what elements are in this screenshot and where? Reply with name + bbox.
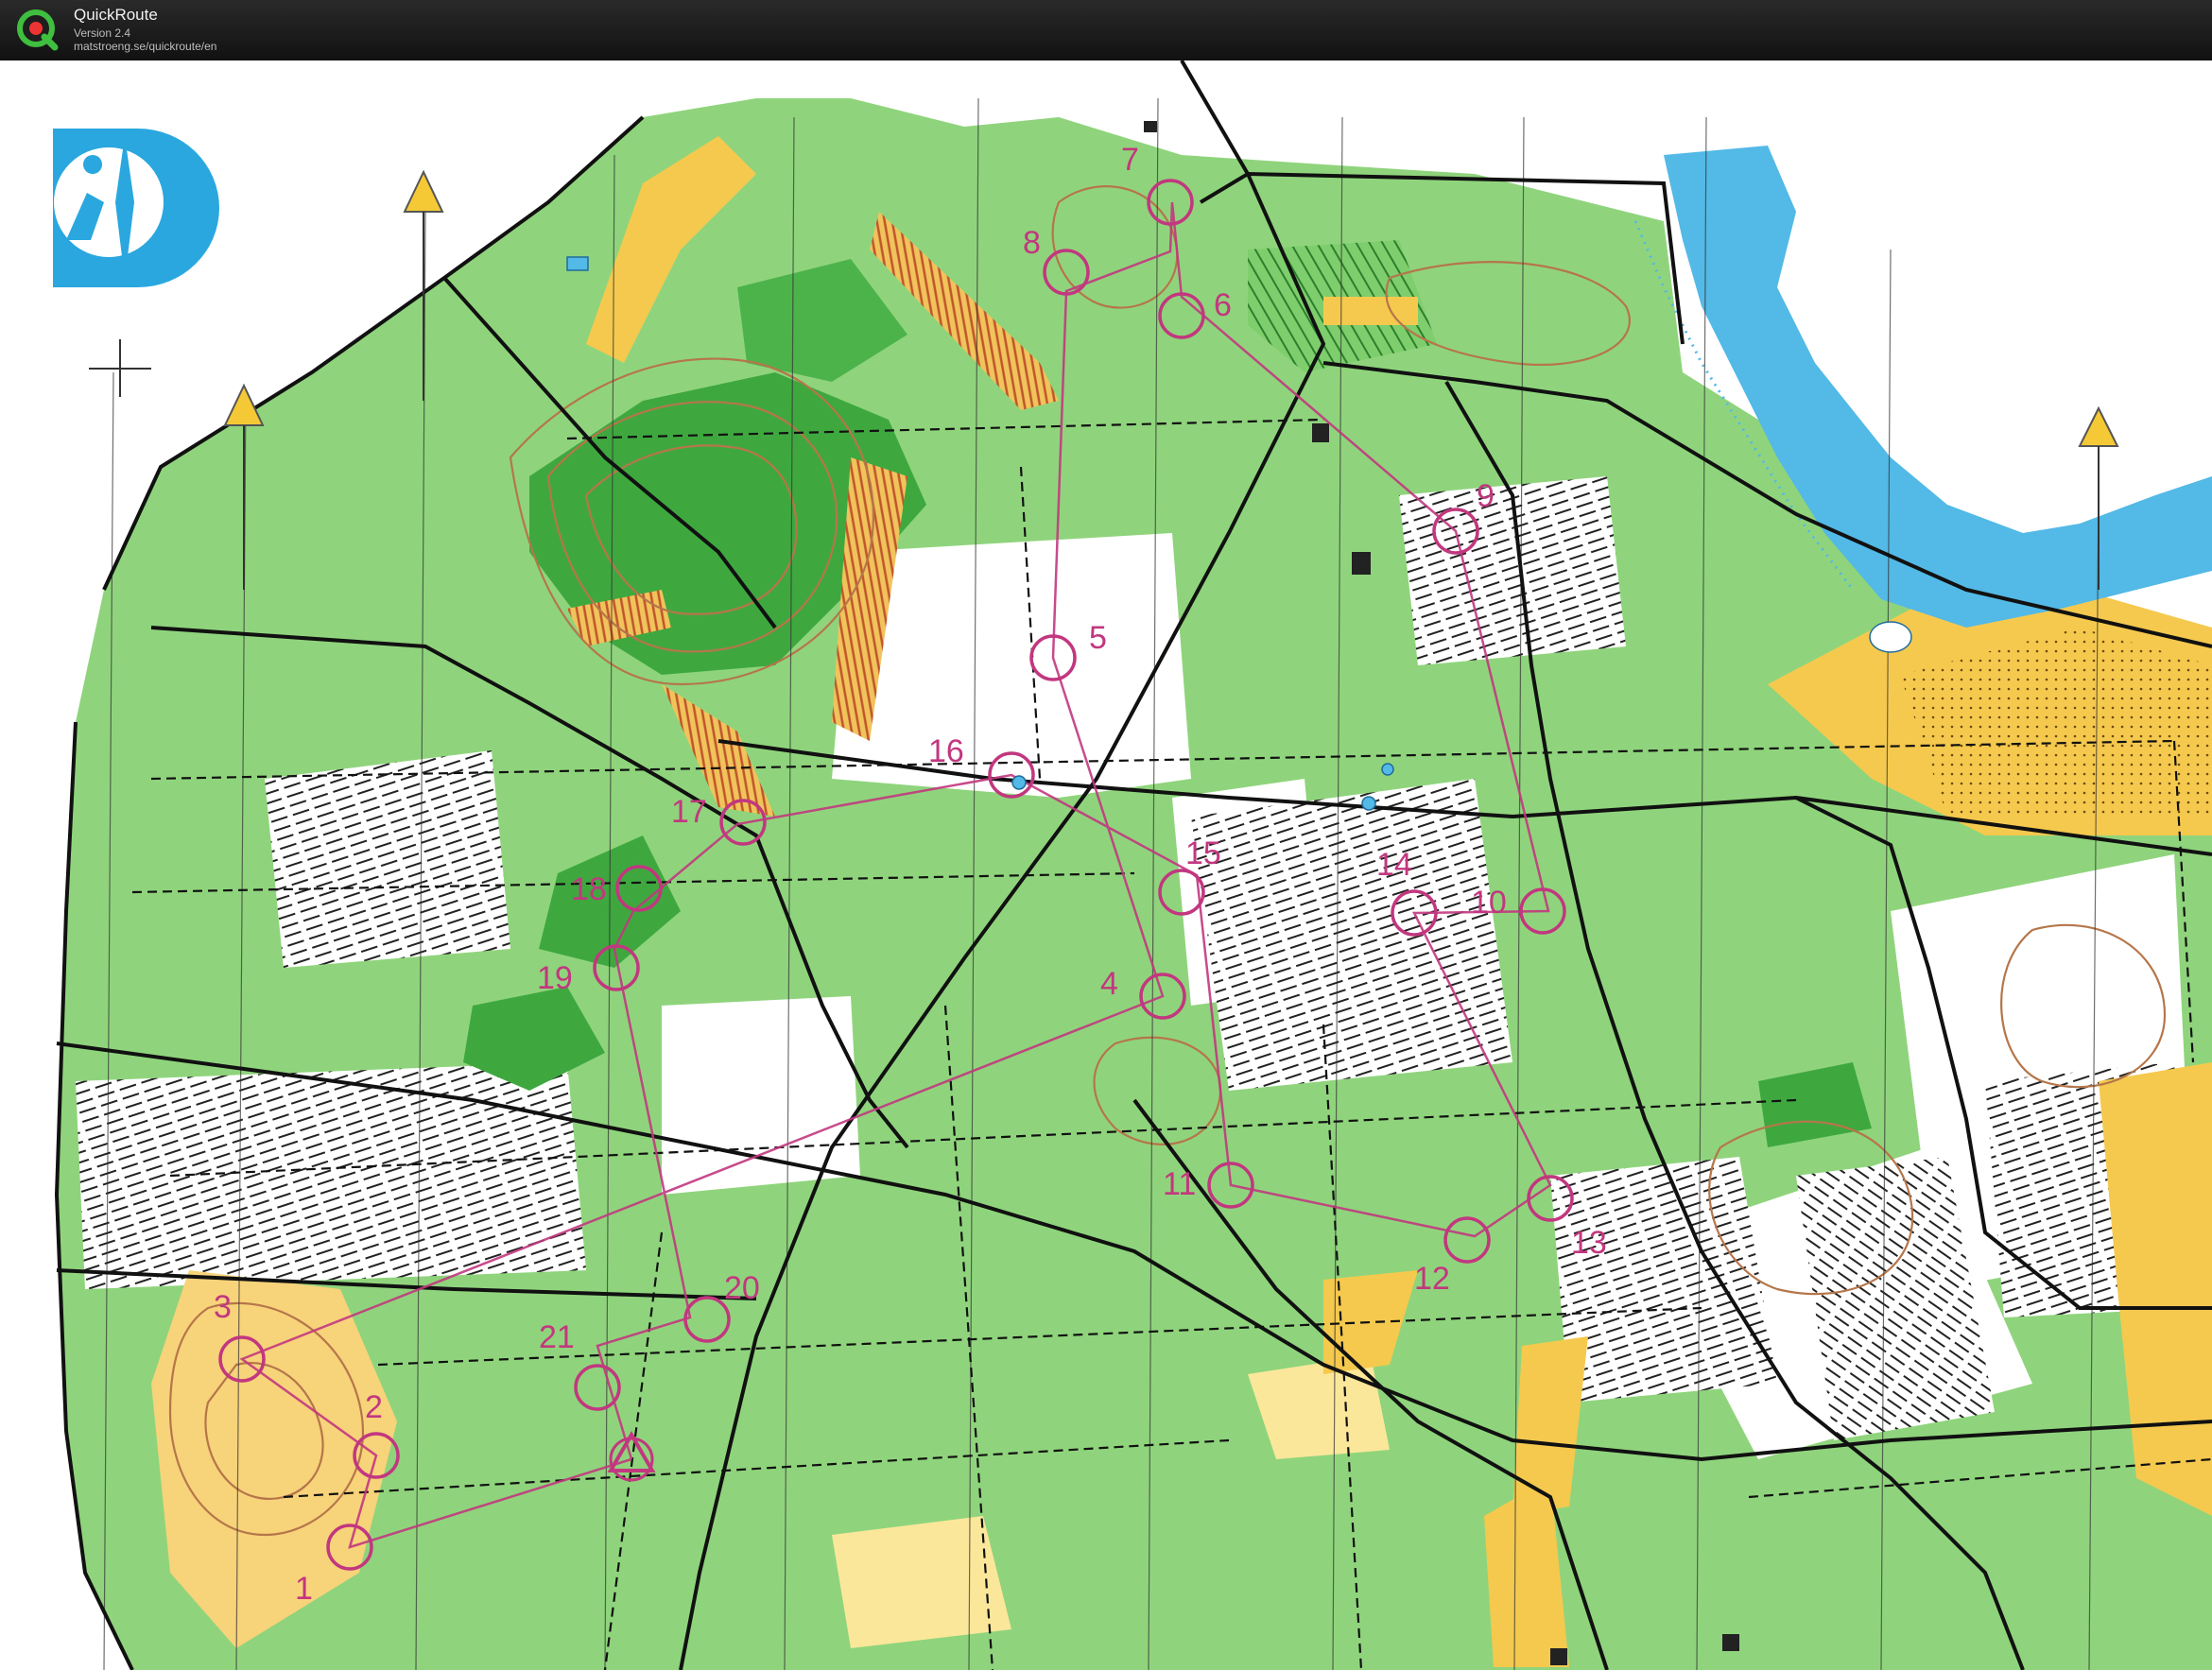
- control-number-11: 11: [1163, 1166, 1196, 1202]
- control-number-21: 21: [539, 1319, 575, 1355]
- control-number-5: 5: [1089, 620, 1107, 656]
- orienteering-logo-icon: [53, 129, 219, 287]
- open-land: [832, 1516, 1011, 1648]
- control-number-14: 14: [1376, 847, 1412, 883]
- control-number-12: 12: [1414, 1261, 1450, 1297]
- quickroute-logo-icon: [17, 9, 59, 51]
- hatched-field: [1191, 779, 1512, 1091]
- app-version: Version 2.4: [74, 26, 131, 40]
- control-number-15: 15: [1185, 835, 1221, 871]
- hatched-field: [76, 1062, 586, 1289]
- control-number-9: 9: [1477, 478, 1495, 514]
- control-number-8: 8: [1023, 225, 1041, 261]
- control-number-1: 1: [295, 1571, 313, 1607]
- title-bar: QuickRoute Version 2.4 matstroeng.se/qui…: [0, 0, 2212, 60]
- white-forest: [662, 996, 860, 1195]
- control-number-3: 3: [214, 1289, 232, 1325]
- control-number-4: 4: [1100, 966, 1118, 1002]
- app-url: matstroeng.se/quickroute/en: [74, 40, 217, 53]
- control-number-6: 6: [1214, 287, 1232, 323]
- control-number-13: 13: [1571, 1225, 1607, 1261]
- app-title: QuickRoute: [74, 6, 158, 24]
- control-number-10: 10: [1471, 885, 1507, 921]
- control-number-7: 7: [1121, 142, 1139, 178]
- control-number-18: 18: [571, 871, 607, 907]
- map-canvas[interactable]: 1 2 3 4 5 6 7 8 9 10 11 12 13 14 15 16 1…: [0, 60, 2212, 1670]
- control-number-17: 17: [671, 794, 707, 830]
- open-land: [1323, 297, 1418, 325]
- control-number-19: 19: [537, 960, 573, 996]
- control-number-16: 16: [928, 733, 964, 769]
- control-number-20: 20: [724, 1270, 760, 1306]
- control-number-2: 2: [365, 1389, 383, 1425]
- orienteering-map[interactable]: 1 2 3 4 5 6 7 8 9 10 11 12 13 14 15 16 1…: [0, 60, 2212, 1670]
- hatched-field: [265, 750, 510, 968]
